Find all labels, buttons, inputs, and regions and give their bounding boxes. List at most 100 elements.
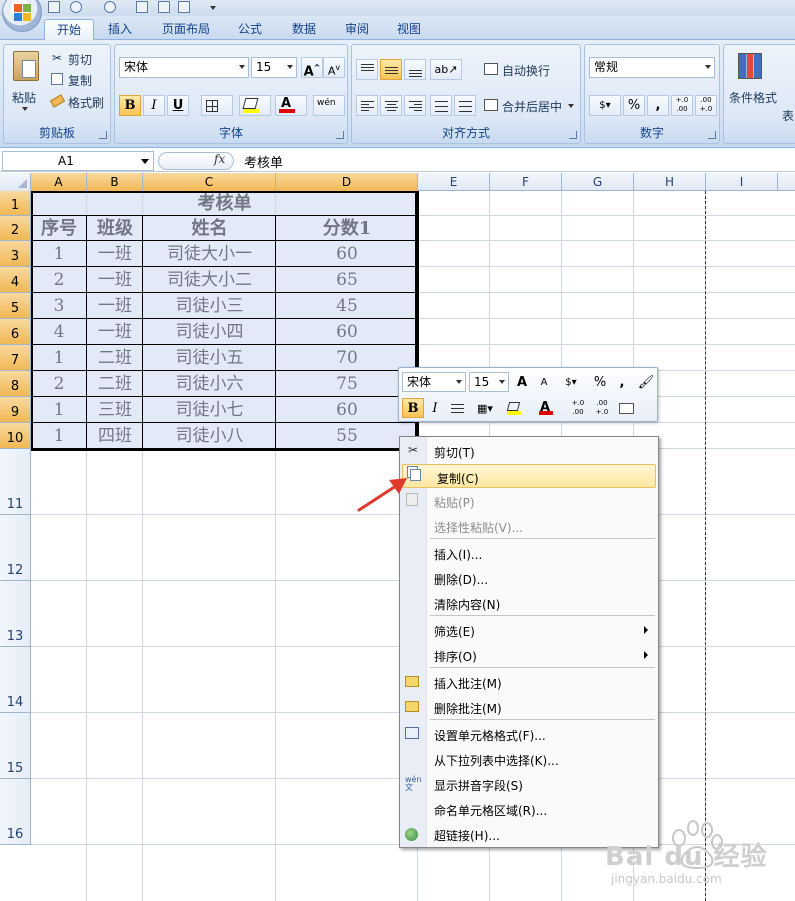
data-cell[interactable]: 一班: [87, 293, 143, 319]
mini-center-icon[interactable]: [446, 398, 468, 418]
data-cell[interactable]: 二班: [87, 345, 143, 371]
number-format-combo[interactable]: 常规: [589, 57, 715, 78]
mini-italic-button[interactable]: I: [424, 398, 446, 418]
row-header-4[interactable]: 4: [0, 267, 31, 293]
clipboard-launcher-icon[interactable]: [99, 131, 107, 139]
row-header-9[interactable]: 9: [0, 397, 31, 423]
mini-shrink-font-icon[interactable]: A: [533, 372, 555, 392]
menu-item-option-6[interactable]: 清除内容(N): [400, 591, 658, 615]
name-box[interactable]: A1: [2, 151, 154, 171]
paste-button[interactable]: 粘贴: [12, 89, 36, 106]
formula-input[interactable]: 考核单: [244, 152, 283, 171]
data-cell[interactable]: 70: [276, 345, 418, 371]
paste-dropdown-icon[interactable]: [22, 107, 28, 111]
header-cell[interactable]: 班级: [87, 216, 143, 241]
mini-format-painter-icon[interactable]: 🖌: [635, 372, 657, 392]
data-cell[interactable]: 2: [31, 371, 87, 397]
column-header-i[interactable]: I: [706, 173, 778, 191]
mini-size-combo[interactable]: 15: [469, 372, 509, 392]
insert-function-icon[interactable]: fx: [214, 152, 225, 166]
sheet-title-cell[interactable]: 考核单: [31, 191, 418, 216]
row-header-5[interactable]: 5: [0, 293, 31, 319]
row-header-13[interactable]: 13: [0, 581, 31, 647]
menu-item-copy[interactable]: 复制(C): [402, 464, 656, 488]
align-left-button[interactable]: [356, 95, 378, 116]
column-header-h[interactable]: H: [634, 173, 706, 191]
data-cell[interactable]: 1: [31, 345, 87, 371]
row-header-1[interactable]: 1: [0, 191, 31, 216]
redo-icon[interactable]: [104, 1, 116, 13]
shrink-font-button[interactable]: Av: [323, 57, 345, 78]
data-cell[interactable]: 三班: [87, 397, 143, 423]
align-center-button[interactable]: [380, 95, 402, 116]
data-cell[interactable]: 四班: [87, 423, 143, 449]
row-header-15[interactable]: 15: [0, 713, 31, 779]
format-painter-button[interactable]: 格式刷: [68, 94, 104, 111]
mini-font-color-icon[interactable]: A: [535, 398, 563, 418]
data-cell[interactable]: 4: [31, 319, 87, 345]
increase-indent-button[interactable]: [454, 95, 476, 116]
align-middle-button[interactable]: [380, 59, 402, 80]
data-cell[interactable]: 1: [31, 397, 87, 423]
data-cell[interactable]: 1: [31, 423, 87, 449]
row-header-10[interactable]: 10: [0, 423, 31, 449]
data-cell[interactable]: 60: [276, 397, 418, 423]
save-icon[interactable]: [48, 1, 60, 13]
mini-comma-button[interactable]: ,: [611, 372, 633, 392]
column-header-d[interactable]: D: [276, 173, 418, 191]
font-name-combo[interactable]: 宋体: [119, 57, 249, 78]
tab-formulas[interactable]: 公式: [226, 19, 274, 40]
data-cell[interactable]: 60: [276, 241, 418, 267]
menu-item-scissors[interactable]: ✂ 剪切(T): [400, 439, 658, 463]
data-cell[interactable]: 二班: [87, 371, 143, 397]
merge-dropdown-icon[interactable]: [568, 104, 574, 108]
mini-increase-decimal-icon[interactable]: +.0 .00: [567, 398, 589, 418]
column-header-b[interactable]: B: [87, 173, 143, 191]
data-cell[interactable]: 司徒小四: [143, 319, 276, 345]
italic-button[interactable]: I: [143, 95, 165, 116]
menu-item-option-8[interactable]: 排序(O): [400, 643, 658, 667]
data-cell[interactable]: 司徒大小二: [143, 267, 276, 293]
worksheet-grid[interactable]: ABCDEFGHI 1 2 3 4 5 6 7 8 9 10 11 12 13 14 15 16 考核单 序号班…: [0, 173, 795, 901]
fill-color-button[interactable]: [239, 95, 271, 116]
header-cell[interactable]: 分数1: [276, 216, 418, 241]
data-cell[interactable]: 2: [31, 267, 87, 293]
data-cell[interactable]: 司徒小五: [143, 345, 276, 371]
column-header-e[interactable]: E: [418, 173, 490, 191]
column-header-f[interactable]: F: [490, 173, 562, 191]
underline-button[interactable]: U: [167, 95, 189, 116]
align-bottom-button[interactable]: [404, 59, 426, 80]
data-cell[interactable]: 1: [31, 241, 87, 267]
decrease-indent-button[interactable]: [430, 95, 452, 116]
tab-view[interactable]: 视图: [385, 19, 433, 40]
print-preview-icon[interactable]: [136, 1, 148, 13]
grow-font-button[interactable]: A^: [301, 57, 323, 79]
row-header-6[interactable]: 6: [0, 319, 31, 345]
align-right-button[interactable]: [404, 95, 426, 116]
table-format-button[interactable]: 表: [782, 107, 794, 124]
header-cell[interactable]: 序号: [31, 216, 87, 241]
data-cell[interactable]: 一班: [87, 319, 143, 345]
menu-item-option-7[interactable]: 筛选(E): [400, 618, 658, 642]
cut-button[interactable]: 剪切: [68, 51, 92, 68]
menu-item-delete-comment[interactable]: 删除批注(M): [400, 695, 658, 719]
menu-item-option-4[interactable]: 插入(I)...: [400, 541, 658, 565]
row-header-11[interactable]: 11: [0, 449, 31, 515]
customize-qat-icon[interactable]: [210, 6, 216, 10]
data-cell[interactable]: 司徒小七: [143, 397, 276, 423]
conditional-format-button[interactable]: 条件格式: [729, 89, 777, 106]
name-box-dropdown-icon[interactable]: [141, 159, 149, 164]
data-cell[interactable]: 司徒大小一: [143, 241, 276, 267]
phonetic-button[interactable]: wén: [313, 95, 345, 116]
select-all-corner[interactable]: [0, 173, 31, 191]
data-cell[interactable]: 一班: [87, 241, 143, 267]
data-cell[interactable]: 65: [276, 267, 418, 293]
font-size-combo[interactable]: 15: [251, 57, 297, 78]
mini-borders-icon[interactable]: ▦▾: [471, 398, 499, 418]
align-top-button[interactable]: [356, 59, 378, 80]
copy-button[interactable]: 复制: [68, 72, 92, 89]
tab-data[interactable]: 数据: [280, 19, 328, 40]
row-header-16[interactable]: 16: [0, 779, 31, 845]
borders-button[interactable]: [201, 95, 233, 116]
data-cell[interactable]: 司徒小三: [143, 293, 276, 319]
